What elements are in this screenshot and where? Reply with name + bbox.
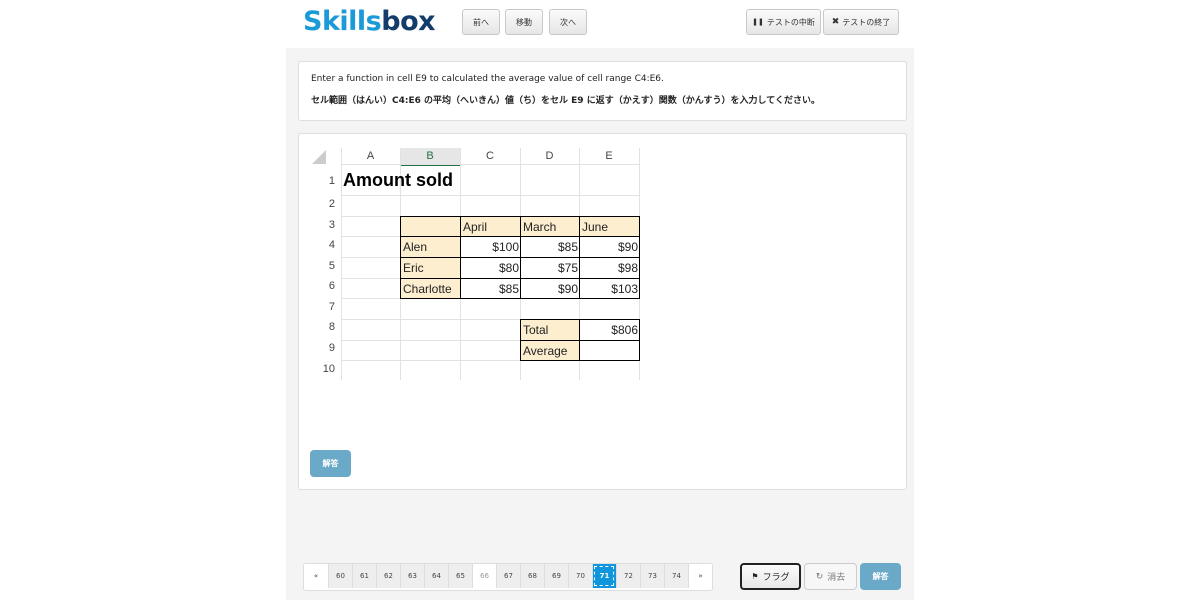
page-61[interactable]: 61	[352, 564, 376, 588]
row-header-7[interactable]: 7	[311, 301, 341, 313]
row-header-8[interactable]: 8	[311, 321, 341, 333]
page-72[interactable]: 72	[616, 564, 640, 588]
row-header-1[interactable]: 1	[311, 175, 341, 187]
pause-test-label: テストの中断	[766, 17, 815, 27]
cell-c6[interactable]: $85	[460, 278, 521, 299]
row-header-6[interactable]: 6	[311, 280, 341, 292]
row-header-5[interactable]: 5	[311, 260, 341, 272]
cell-d6[interactable]: $90	[520, 278, 580, 299]
move-button[interactable]: 移動	[505, 9, 543, 35]
cell-b4[interactable]: Alen	[400, 236, 461, 258]
page-70[interactable]: 70	[568, 564, 592, 588]
page-66[interactable]: 66	[472, 564, 496, 588]
row-header-10[interactable]: 10	[311, 363, 341, 375]
pager-prev[interactable]: «	[304, 564, 328, 588]
cell-c4[interactable]: $100	[460, 236, 521, 258]
row-header-2[interactable]: 2	[311, 198, 341, 210]
prev-button-label: 前へ	[473, 17, 489, 27]
move-button-label: 移動	[516, 17, 532, 27]
cell-e5[interactable]: $98	[579, 257, 640, 279]
page-74[interactable]: 74	[664, 564, 688, 588]
page-73[interactable]: 73	[640, 564, 664, 588]
pause-icon: ❚❚	[752, 18, 764, 26]
answer-button-label: 解答	[322, 459, 339, 468]
page-63[interactable]: 63	[400, 564, 424, 588]
cell-e3[interactable]: June	[579, 216, 640, 237]
cell-d8[interactable]: Total	[520, 319, 580, 341]
page-62[interactable]: 62	[376, 564, 400, 588]
question-english: Enter a function in cell E9 to calculate…	[311, 74, 664, 84]
cell-c3[interactable]: April	[460, 216, 521, 237]
page-69[interactable]: 69	[544, 564, 568, 588]
flag-icon: ⚑	[751, 572, 759, 581]
pager-next[interactable]: »	[688, 564, 712, 588]
cell-d9[interactable]: Average	[520, 340, 580, 361]
pause-test-button[interactable]: ❚❚ テストの中断	[746, 9, 821, 35]
row-header-9[interactable]: 9	[311, 342, 341, 354]
refresh-icon: ↻	[815, 571, 824, 582]
spreadsheet: A B C D E 1 2 3 4 5 6 7 8 9 10 Amount so…	[311, 148, 640, 380]
end-test-button[interactable]: ✖ テストの終了	[823, 9, 899, 35]
app-container: Skillsbox 前へ 移動 次へ ❚❚ テストの中断 ✖ テストの終了 En…	[286, 0, 914, 600]
answer-button[interactable]: 解答	[310, 450, 351, 477]
row-header-3[interactable]: 3	[311, 219, 341, 231]
page-68[interactable]: 68	[520, 564, 544, 588]
flag-button[interactable]: ⚑ フラグ	[740, 563, 801, 590]
page-67[interactable]: 67	[496, 564, 520, 588]
question-panel: Enter a function in cell E9 to calculate…	[298, 61, 907, 121]
cell-d3[interactable]: March	[520, 216, 580, 237]
page-65[interactable]: 65	[448, 564, 472, 588]
cell-e4[interactable]: $90	[579, 236, 640, 258]
skillsbox-logo: Skillsbox	[303, 6, 436, 37]
question-japanese: セル範囲（はんい）C4:E6 の平均（へいきん）値（ち）をセル E9 に返す（か…	[311, 96, 820, 106]
clear-button[interactable]: ↻ 消去	[804, 563, 857, 590]
end-test-label: テストの終了	[842, 17, 891, 27]
question-pager: « 60 61 62 63 64 65 66 67 68 69 70 71 72…	[303, 563, 713, 591]
next-button[interactable]: 次へ	[549, 9, 587, 35]
row-header-4[interactable]: 4	[311, 239, 341, 251]
cell-b3[interactable]	[400, 216, 461, 237]
cell-e9[interactable]	[579, 340, 640, 361]
header-bar: Skillsbox 前へ 移動 次へ ❚❚ テストの中断 ✖ テストの終了	[286, 0, 914, 48]
prev-button[interactable]: 前へ	[462, 9, 500, 35]
clear-label: 消去	[827, 573, 846, 583]
flag-label: フラグ	[762, 573, 790, 583]
page-64[interactable]: 64	[424, 564, 448, 588]
cell-e6[interactable]: $103	[579, 278, 640, 299]
next-button-label: 次へ	[560, 17, 576, 27]
close-icon: ✖	[831, 17, 840, 27]
submit-answer-label: 解答	[872, 572, 889, 581]
cell-b5[interactable]: Eric	[400, 257, 461, 279]
spreadsheet-panel: A B C D E 1 2 3 4 5 6 7 8 9 10 Amount so…	[298, 133, 907, 490]
cell-d5[interactable]: $75	[520, 257, 580, 279]
page-60[interactable]: 60	[328, 564, 352, 588]
page-71-current[interactable]: 71	[592, 564, 616, 588]
cell-a1-title[interactable]: Amount sold	[343, 166, 543, 195]
submit-answer-button[interactable]: 解答	[860, 563, 901, 590]
cell-d4[interactable]: $85	[520, 236, 580, 258]
cell-e8[interactable]: $806	[579, 319, 640, 341]
cell-c5[interactable]: $80	[460, 257, 521, 279]
cell-b6[interactable]: Charlotte	[400, 278, 461, 299]
